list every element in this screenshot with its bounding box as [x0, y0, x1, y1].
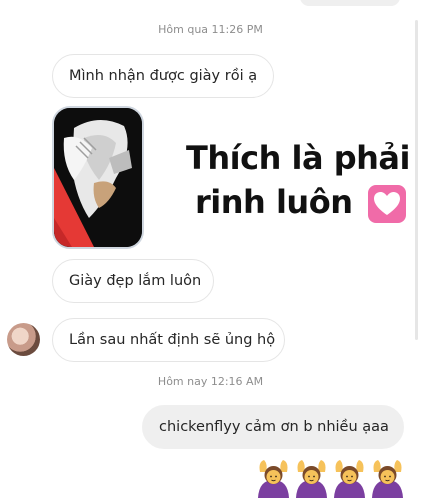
timestamp: Hôm nay 12:16 AM	[157, 375, 264, 388]
scrollbar[interactable]	[415, 20, 418, 340]
pink-heart-icon	[368, 185, 407, 223]
reaction-emoji-row	[256, 458, 405, 498]
overlay-caption-line-1: Thích là phải	[186, 139, 410, 177]
message-text: Lần sau nhất định sẽ ủng hộ	[69, 332, 276, 348]
overlay-caption-line-2: rinh luôn	[195, 183, 407, 224]
overlay-caption-text: rinh luôn	[195, 183, 353, 221]
message-text: Mình nhận được giày rồi ạ	[69, 68, 258, 84]
shoe-photo[interactable]	[52, 106, 144, 249]
woman-gesturing-ok-icon	[258, 460, 289, 498]
woman-gesturing-ok-icon	[372, 460, 403, 498]
avatar[interactable]	[7, 323, 40, 356]
reply-text: chickenflyy cảm ơn b nhiều ạaa	[159, 419, 389, 435]
message-bubble[interactable]: Giày đẹp lắm luôn	[52, 259, 214, 303]
message-text: Giày đẹp lắm luôn	[69, 273, 202, 289]
previous-message-bubble	[300, 0, 400, 6]
woman-gesturing-ok-icon	[296, 460, 327, 498]
message-bubble[interactable]: Lần sau nhất định sẽ ủng hộ	[52, 318, 285, 362]
shoe-photo-image	[54, 108, 142, 247]
message-bubble[interactable]: Mình nhận được giày rồi ạ	[52, 54, 274, 98]
woman-gesturing-ok-icon	[334, 460, 365, 498]
timestamp: Hôm qua 11:26 PM	[158, 23, 263, 36]
reply-bubble[interactable]: chickenflyy cảm ơn b nhiều ạaa	[142, 405, 404, 449]
